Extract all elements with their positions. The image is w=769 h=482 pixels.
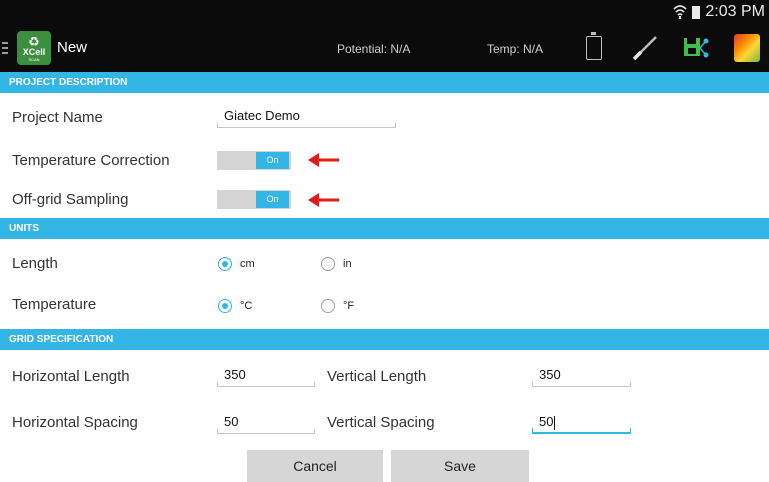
app-logo-text: XCell — [22, 47, 46, 57]
section-header-units: UNITS — [0, 218, 769, 239]
length-option-in: in — [343, 258, 352, 270]
radio-selected-icon — [218, 299, 232, 313]
vertical-length-input[interactable]: 350 — [532, 366, 631, 387]
screen-title: New — [57, 39, 88, 56]
action-bar: ♻ XCell SCAN New Potential: N/A Temp: N/… — [0, 25, 769, 72]
temp-readout: Temp: N/A — [487, 42, 544, 56]
arrow-left-icon — [308, 193, 339, 207]
status-bar: 2:03 PM — [0, 0, 769, 25]
vertical-spacing-value: 50 — [539, 414, 554, 429]
temperature-radio-fahrenheit[interactable]: °F — [321, 299, 354, 313]
off-grid-sampling-toggle[interactable]: On — [217, 190, 291, 209]
length-option-cm: cm — [240, 258, 255, 270]
temperature-radio-celsius[interactable]: °C — [218, 299, 252, 313]
menu-icon[interactable] — [2, 42, 8, 57]
temperature-correction-toggle-state: On — [256, 152, 289, 169]
vertical-spacing-input[interactable]: 50 — [532, 413, 631, 434]
project-name-input[interactable]: Giatec Demo — [217, 107, 396, 128]
app-logo[interactable]: ♻ XCell SCAN — [17, 31, 51, 65]
save-icon[interactable] — [681, 33, 711, 63]
save-button[interactable]: Save — [391, 450, 529, 482]
length-label: Length — [12, 255, 58, 272]
off-grid-sampling-label: Off-grid Sampling — [12, 191, 129, 208]
app-logo-subtext: SCAN — [28, 57, 40, 62]
horizontal-spacing-input[interactable]: 50 — [217, 413, 315, 434]
temperature-option-celsius: °C — [240, 300, 253, 312]
horizontal-length-label: Horizontal Length — [12, 368, 130, 385]
vertical-spacing-label: Vertical Spacing — [327, 414, 435, 431]
temperature-option-fahrenheit: °F — [343, 300, 355, 312]
section-header-grid-specification: GRID SPECIFICATION — [0, 329, 769, 350]
temperature-correction-toggle[interactable]: On — [217, 151, 291, 170]
radio-unselected-icon — [321, 299, 335, 313]
project-name-label: Project Name — [12, 109, 103, 126]
battery-icon[interactable] — [586, 32, 602, 60]
length-radio-cm[interactable]: cm — [218, 257, 255, 271]
probe-icon[interactable] — [630, 33, 660, 63]
cancel-button[interactable]: Cancel — [247, 450, 383, 482]
vertical-length-label: Vertical Length — [327, 368, 427, 385]
status-bar-right: 2:03 PM — [673, 3, 765, 21]
radio-selected-icon — [218, 257, 232, 271]
wifi-icon — [673, 5, 687, 19]
battery-status-icon — [692, 5, 701, 19]
horizontal-length-input[interactable]: 350 — [217, 366, 315, 387]
text-cursor — [554, 415, 556, 430]
length-radio-in[interactable]: in — [321, 257, 352, 271]
temperature-label: Temperature — [12, 296, 97, 313]
radio-unselected-icon — [321, 257, 335, 271]
temperature-correction-label: Temperature Correction — [12, 152, 170, 169]
arrow-left-icon — [308, 153, 339, 167]
horizontal-spacing-label: Horizontal Spacing — [12, 414, 138, 431]
map-icon[interactable] — [734, 34, 760, 62]
potential-readout: Potential: N/A — [337, 42, 411, 56]
clock: 2:03 PM — [705, 3, 765, 20]
section-header-project-description: PROJECT DESCRIPTION — [0, 72, 769, 93]
off-grid-sampling-toggle-state: On — [256, 191, 289, 208]
